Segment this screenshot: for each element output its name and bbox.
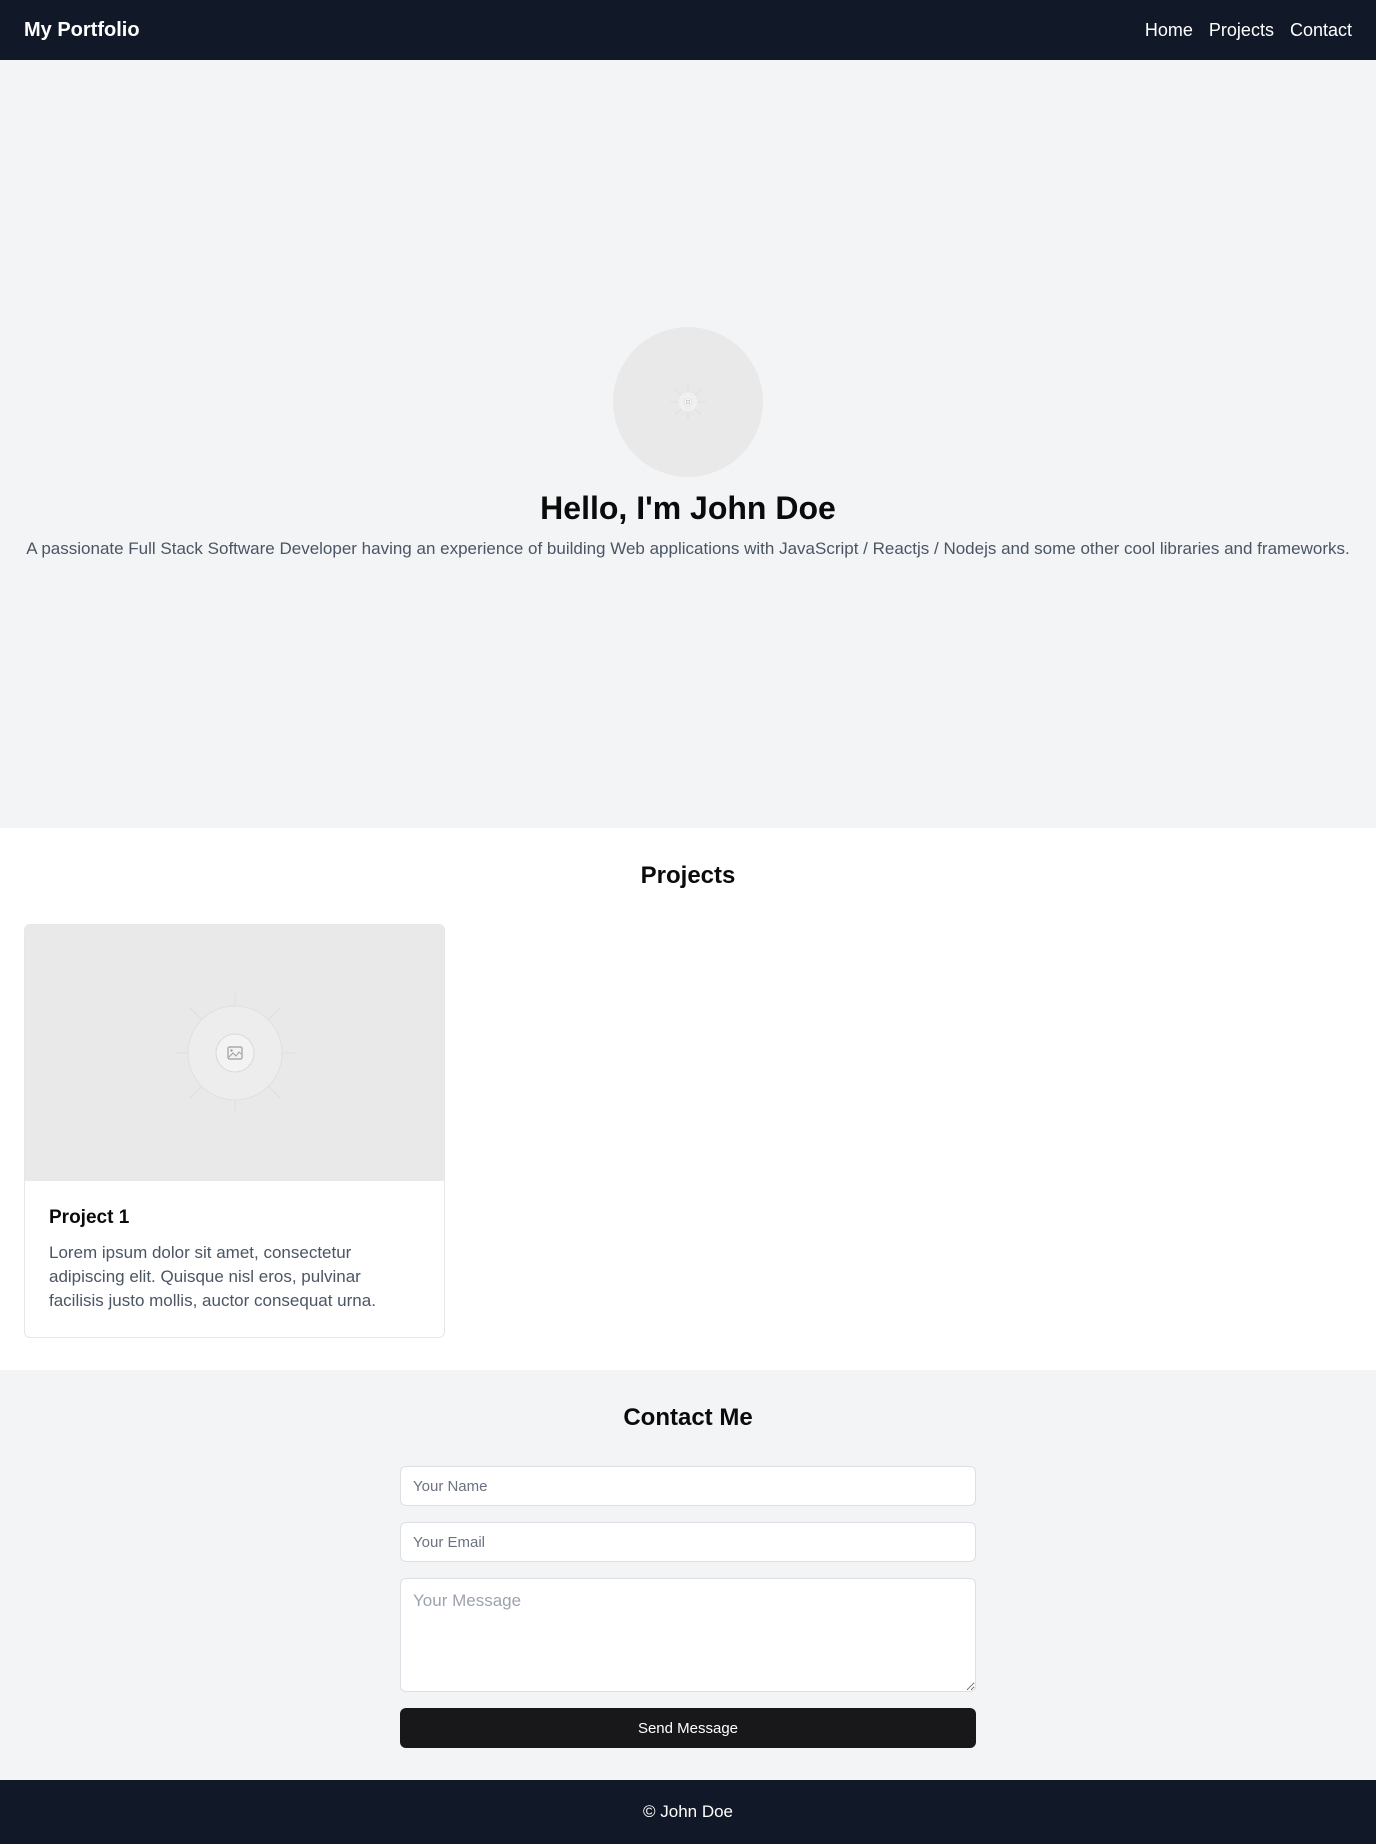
image-placeholder-icon — [670, 384, 706, 420]
project-description: Lorem ipsum dolor sit amet, consectetur … — [49, 1243, 376, 1310]
nav-link-projects[interactable]: Projects — [1209, 20, 1274, 41]
hero-section: Hello, I'm John Doe A passionate Full St… — [0, 60, 1376, 828]
message-textarea[interactable] — [400, 1578, 976, 1692]
project-card-body: Project 1 Lorem ipsum dolor sit amet, co… — [25, 1181, 444, 1313]
brand-title[interactable]: My Portfolio — [24, 19, 140, 42]
name-input[interactable] — [400, 1466, 976, 1506]
hero-subtitle: A passionate Full Stack Software Develop… — [26, 539, 1350, 558]
contact-title: Contact Me — [623, 1404, 753, 1431]
avatar — [613, 327, 763, 477]
projects-title: Projects — [640, 862, 736, 889]
footer: © John Doe — [0, 1780, 1376, 1844]
contact-section: Contact Me Send Message — [0, 1370, 1376, 1780]
footer-copyright: © John Doe — [642, 1802, 734, 1821]
projects-section: Projects Project 1 Lorem ipsum dolor sit… — [0, 828, 1376, 1370]
hero-title: Hello, I'm John Doe — [540, 490, 836, 526]
project-image — [25, 925, 444, 1181]
top-navbar: My Portfolio Home Projects Contact — [0, 0, 1376, 60]
send-message-button[interactable]: Send Message — [400, 1708, 976, 1748]
nav-link-contact[interactable]: Contact — [1290, 20, 1352, 41]
nav-link-home[interactable]: Home — [1145, 20, 1193, 41]
project-title[interactable]: Project 1 — [49, 1207, 420, 1229]
nav-links: Home Projects Contact — [1145, 20, 1352, 41]
email-input[interactable] — [400, 1522, 976, 1562]
image-placeholder-icon — [174, 993, 295, 1113]
project-card[interactable]: Project 1 Lorem ipsum dolor sit amet, co… — [24, 924, 445, 1338]
